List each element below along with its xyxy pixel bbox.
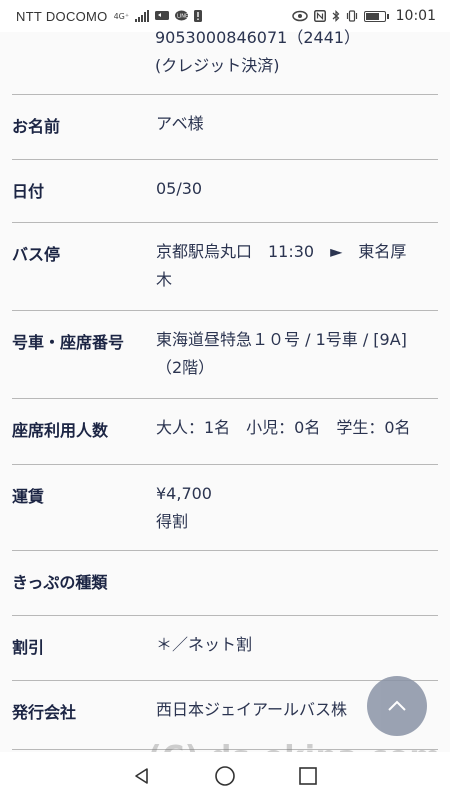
status-bar-left: NTT DOCOMO 4G⁺ LINE bbox=[16, 8, 203, 24]
battery-fill bbox=[365, 12, 380, 20]
detail-label: きっぷの種類 bbox=[12, 573, 108, 592]
detail-value: 東海道昼特急１０号 / 1号車 / [9A] （2階） bbox=[156, 326, 438, 382]
navigation-bar bbox=[0, 752, 450, 800]
clock: 10:01 bbox=[395, 8, 436, 24]
detail-value-line: アベ様 bbox=[156, 114, 204, 133]
home-circle-icon bbox=[215, 766, 235, 786]
detail-row: 号車・座席番号 東海道昼特急１０号 / 1号車 / [9A] （2階） bbox=[12, 310, 438, 398]
back-button[interactable] bbox=[130, 764, 154, 788]
payment-method: (クレジット決済) bbox=[155, 56, 280, 75]
detail-value: 大人：1名 小児：0名 学生：0名 bbox=[156, 414, 438, 442]
detail-value-line: 大人：1名 小児：0名 学生：0名 bbox=[156, 418, 411, 437]
signal-icon bbox=[135, 10, 150, 22]
status-bar-right: 10:01 bbox=[291, 8, 436, 24]
carrier-name: NTT DOCOMO bbox=[16, 8, 108, 24]
detail-value: 京都駅烏丸口 11:30 ► 東名厚木 bbox=[156, 238, 438, 294]
detail-label: 日付 bbox=[12, 182, 45, 201]
detail-label: 発行会社 bbox=[12, 703, 77, 722]
detail-row: 割引 ＊／ネット割 bbox=[12, 615, 438, 680]
detail-value-line: 東海道昼特急１０号 / 1号車 / [9A] bbox=[156, 330, 407, 349]
detail-row: お名前 アベ様 bbox=[12, 94, 438, 159]
detail-label: お名前 bbox=[12, 117, 61, 136]
detail-value-line: ＊／ネット割 bbox=[156, 635, 253, 654]
detail-label: 割引 bbox=[12, 638, 45, 657]
detail-value-line: 京都駅烏丸口 11:30 ► 東名厚 bbox=[156, 242, 407, 261]
detail-value: 05/30 bbox=[156, 175, 438, 203]
detail-row: 座席利用人数 大人：1名 小児：0名 学生：0名 bbox=[12, 398, 438, 464]
detail-label: 運賃 bbox=[12, 487, 45, 506]
detail-label: 座席利用人数 bbox=[12, 421, 109, 440]
detail-value-line: 05/30 bbox=[156, 179, 203, 198]
network-type: 4G⁺ bbox=[113, 11, 130, 21]
vibrate-icon bbox=[346, 10, 357, 22]
detail-value-line: 木 bbox=[156, 270, 173, 289]
detail-row: バス停 京都駅烏丸口 11:30 ► 東名厚木 bbox=[12, 222, 438, 310]
bluetooth-icon bbox=[332, 10, 340, 22]
alert-icon bbox=[194, 10, 203, 22]
back-triangle-icon bbox=[134, 768, 148, 784]
home-button[interactable] bbox=[213, 764, 237, 788]
svg-text:LINE: LINE bbox=[177, 14, 188, 20]
nfc-icon bbox=[313, 10, 326, 22]
detail-label: バス停 bbox=[12, 245, 61, 264]
recents-button[interactable] bbox=[296, 764, 320, 788]
reservation-number: 9053000846071（2441） bbox=[155, 28, 361, 47]
message-icon bbox=[155, 11, 170, 20]
detail-value: アベ様 bbox=[156, 110, 438, 138]
detail-row: 運賃 ¥4,700 得割 bbox=[12, 464, 438, 550]
ticket-details: 9053000846071（2441） (クレジット決済) お名前 アベ様日付 05… bbox=[0, 24, 450, 750]
detail-value: ＊／ネット割 bbox=[156, 631, 438, 659]
detail-value-line: 得割 bbox=[156, 512, 189, 531]
reservation-summary: 9053000846071（2441） (クレジット決済) bbox=[155, 24, 360, 80]
eye-comfort-icon bbox=[291, 10, 308, 22]
line-app-icon: LINE bbox=[175, 10, 189, 21]
scroll-top-button[interactable] bbox=[367, 676, 427, 736]
detail-row: 日付 05/30 bbox=[12, 159, 438, 222]
chevron-up-icon bbox=[388, 700, 406, 711]
detail-value-line: （2階） bbox=[156, 358, 215, 377]
detail-value-line: ¥4,700 bbox=[156, 484, 212, 503]
detail-label: 号車・座席番号 bbox=[12, 333, 125, 352]
recents-square-icon bbox=[299, 767, 318, 785]
battery-icon bbox=[363, 10, 389, 22]
detail-value: ¥4,700 得割 bbox=[156, 480, 438, 536]
detail-row: きっぷの種類 bbox=[12, 550, 438, 615]
